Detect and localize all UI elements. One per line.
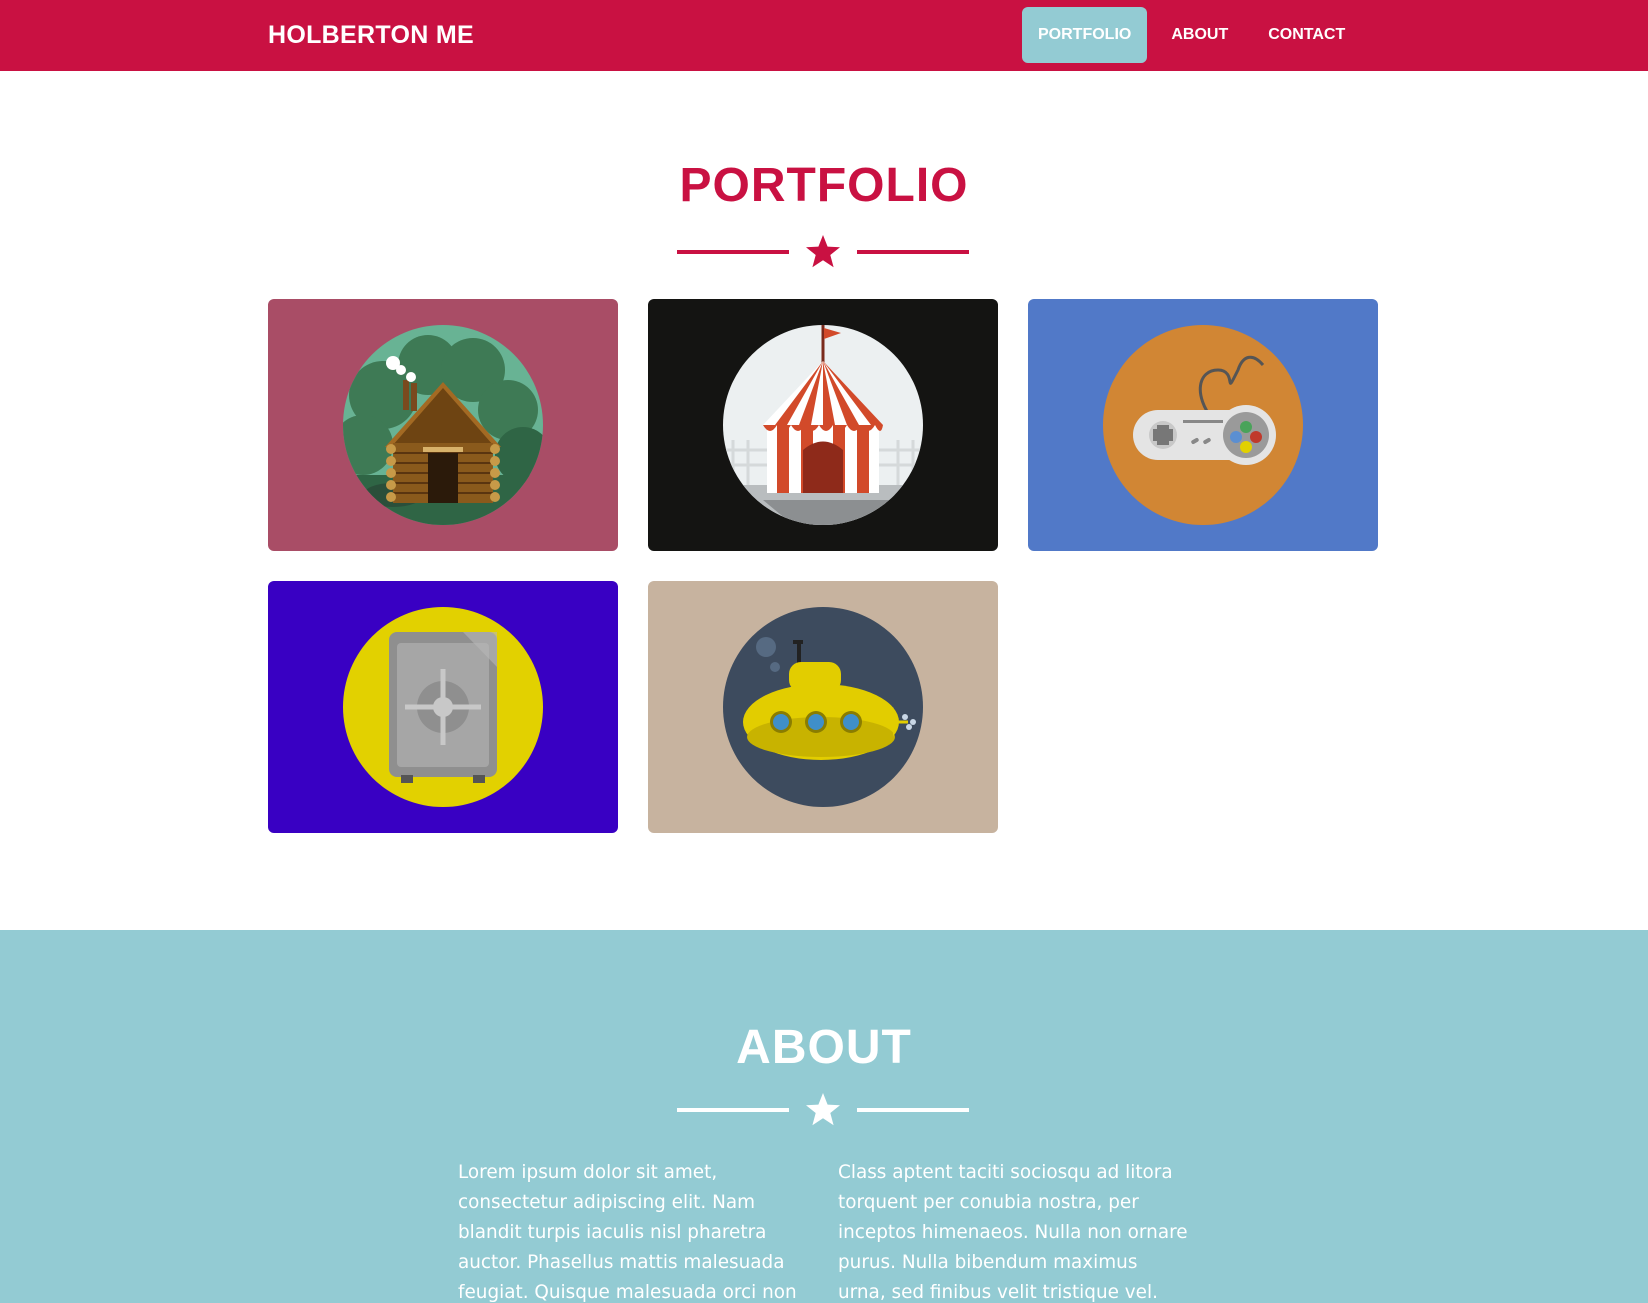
portfolio-item-safe[interactable] [268, 581, 618, 833]
about-heading: ABOUT [736, 1021, 912, 1074]
star-icon [806, 1093, 840, 1126]
divider-line-left [677, 250, 789, 254]
brand-logo[interactable]: HOLBERTON ME [268, 0, 474, 71]
circus-tent-icon [723, 325, 923, 525]
portfolio-item-controller[interactable] [1028, 299, 1378, 551]
divider-line-left [677, 1108, 789, 1112]
portfolio-item-submarine[interactable] [648, 581, 998, 833]
about-text-left: Lorem ipsum dolor sit amet, consectetur … [458, 1162, 797, 1303]
divider-line-right [857, 1108, 969, 1112]
submarine-icon [723, 607, 923, 807]
game-controller-icon [1103, 325, 1303, 525]
top-navbar: HOLBERTON ME PORTFOLIO ABOUT CONTACT [0, 0, 1648, 71]
portfolio-divider [677, 232, 969, 272]
safe-icon [343, 607, 543, 807]
nav-links: PORTFOLIO ABOUT CONTACT [1022, 7, 1369, 63]
about-divider [677, 1090, 969, 1130]
nav-link-about[interactable]: ABOUT [1155, 7, 1244, 63]
about-text-right: Class aptent taciti sociosqu ad litora t… [838, 1162, 1188, 1303]
portfolio-item-circus[interactable] [648, 299, 998, 551]
portfolio-heading: PORTFOLIO [679, 159, 969, 212]
divider-line-right [857, 250, 969, 254]
nav-link-portfolio[interactable]: PORTFOLIO [1022, 7, 1148, 63]
nav-link-contact[interactable]: CONTACT [1252, 7, 1361, 63]
star-icon [806, 235, 840, 268]
log-cabin-icon [343, 325, 543, 525]
portfolio-item-cabin[interactable] [268, 299, 618, 551]
